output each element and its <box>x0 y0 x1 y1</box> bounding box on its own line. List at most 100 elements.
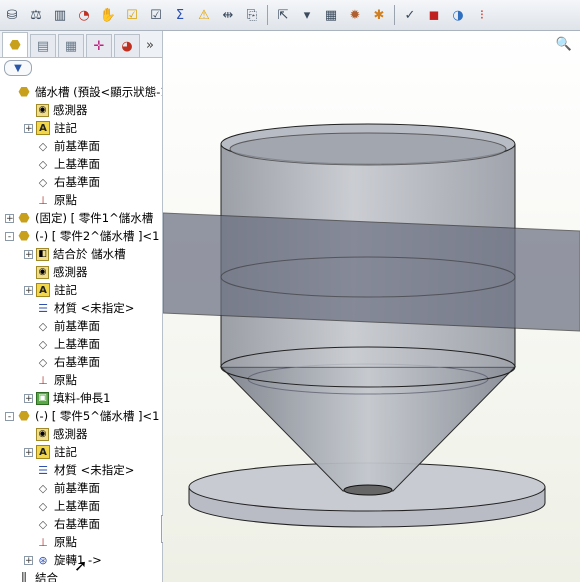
gauge-icon[interactable]: ◔ <box>73 4 95 26</box>
appearance-icon[interactable]: ◼ <box>423 4 445 26</box>
tree-item[interactable]: ◇ 上基準面 <box>24 497 100 515</box>
tree-item-label: 材質 <未指定> <box>54 301 135 315</box>
tree-item[interactable]: - ⬣ (-) [ 零件2^儲水槽 ]<1 <box>5 227 159 245</box>
expander-toggle[interactable]: - <box>5 411 14 421</box>
tree-item-label: 儲水槽 (預設<顯示狀態-1 <box>35 85 163 99</box>
panel-tabs: ⬣ ▤ ▦ ✛ ◕ » <box>0 31 162 58</box>
tree-item-label: 右基準面 <box>54 517 100 531</box>
paint-icon[interactable]: ✹ <box>344 4 366 26</box>
checkbox-gray-icon[interactable]: ☑ <box>145 4 167 26</box>
check-icon[interactable]: ✓ <box>399 4 421 26</box>
tab-configuration-manager[interactable]: ▦ <box>58 34 84 57</box>
tree-item-label: 上基準面 <box>54 337 100 351</box>
tree-item[interactable]: ◇ 前基準面 <box>24 479 100 497</box>
tree-item[interactable]: ◇ 前基準面 <box>24 317 100 335</box>
configuration-manager-icon: ▦ <box>64 38 78 54</box>
tree-item[interactable]: ☰ 材質 <未指定> <box>24 299 134 317</box>
sensor-icon: ◉ <box>36 427 49 441</box>
tree-item[interactable]: + A 註記 <box>24 119 77 137</box>
tree-item[interactable]: ◉ 感測器 <box>24 263 88 281</box>
tree-item[interactable]: + ▣ 填料-伸長1 <box>24 389 110 407</box>
clearance-icon[interactable]: ⇱ <box>272 4 294 26</box>
grid-icon[interactable]: ▦ <box>320 4 342 26</box>
tree-item[interactable]: + A 註記 <box>24 443 77 461</box>
tree-item[interactable]: ◇ 右基準面 <box>24 173 100 191</box>
plane-icon: ◇ <box>38 175 48 189</box>
tree-item[interactable]: ☰ 材質 <未指定> <box>24 461 134 479</box>
tree-item-label: 感測器 <box>53 427 88 441</box>
graphics-viewport[interactable]: 🔍 <box>162 31 580 582</box>
part-icon: ⬣ <box>18 228 30 244</box>
plane-icon: ◇ <box>38 139 48 153</box>
expander-toggle[interactable]: + <box>24 123 33 133</box>
tree-item[interactable]: ◇ 前基準面 <box>24 137 100 155</box>
tab-display-manager[interactable]: ◕ <box>114 34 140 57</box>
tree-item-label: (-) [ 零件2^儲水槽 ]<1 <box>35 229 160 243</box>
tree-item[interactable]: ⫴ 結合 <box>5 569 58 583</box>
material-icon: ☰ <box>38 463 48 477</box>
checkbox-icon[interactable]: ☑ <box>121 4 143 26</box>
sigma-icon[interactable]: Σ <box>169 4 191 26</box>
tree-item[interactable]: + ⊛ 旋轉1 -> <box>24 551 102 569</box>
tree-item-label: 前基準面 <box>54 319 100 333</box>
expander-toggle[interactable]: + <box>24 393 33 403</box>
split-icon[interactable]: ⇹ <box>217 4 239 26</box>
tree-item[interactable]: ⊥ 原點 <box>24 371 77 389</box>
transparent-reference-plane[interactable] <box>162 212 580 332</box>
traffic-light-icon[interactable]: ⁝ <box>471 4 493 26</box>
hand-icon[interactable]: ✋ <box>97 4 119 26</box>
tab-dim-expert[interactable]: ✛ <box>86 34 112 57</box>
expander-toggle[interactable]: + <box>24 249 33 259</box>
plane-icon: ◇ <box>38 337 48 351</box>
expander-toggle[interactable]: + <box>24 285 33 295</box>
sensor-icon: ◉ <box>36 103 49 117</box>
origin-icon: ⊥ <box>38 535 48 549</box>
feature-manager-panel: ⬣ ▤ ▦ ✛ ◕ » ▼ ⬣ 儲水槽 (預設<顯示狀態-1 ◉ 感測器 + A 註記 ◇ 前基… <box>0 31 163 582</box>
dropdown-icon[interactable]: ▾ <box>296 4 318 26</box>
tree-item-label: (-) [ 零件5^儲水槽 ]<1 <box>35 409 160 423</box>
display-manager-icon: ◕ <box>121 38 133 54</box>
rebuild-icon[interactable]: ⛁ <box>1 4 23 26</box>
plane-icon: ◇ <box>38 157 48 171</box>
tree-item[interactable]: - ⬣ (-) [ 零件5^儲水槽 ]<1 <box>5 407 159 425</box>
tree-item[interactable]: ⊥ 原點 <box>24 191 77 209</box>
tab-property-manager[interactable]: ▤ <box>30 34 56 57</box>
magnifier-icon[interactable]: 🔍 <box>556 37 572 52</box>
tree-item-label: 註記 <box>54 445 77 459</box>
tab-feature-manager[interactable]: ⬣ <box>2 32 28 57</box>
tree-item[interactable]: ◇ 右基準面 <box>24 353 100 371</box>
filter-button[interactable]: ▼ <box>4 60 32 76</box>
tree-item[interactable]: ◇ 上基準面 <box>24 155 100 173</box>
expander-toggle[interactable]: + <box>24 447 33 457</box>
tree-item[interactable]: ◇ 右基準面 <box>24 515 100 533</box>
plane-icon: ◇ <box>38 499 48 513</box>
tree-item-label: (固定) [ 零件1^儲水槽 <box>35 211 154 225</box>
tree-item[interactable]: + A 註記 <box>24 281 77 299</box>
tree-item-label: 結合於 儲水槽 <box>53 247 126 261</box>
property-manager-icon: ▤ <box>36 38 50 54</box>
tree-item[interactable]: + ◧ 結合於 儲水槽 <box>24 245 126 263</box>
tree-item[interactable]: ◇ 上基準面 <box>24 335 100 353</box>
tree-item-label: 右基準面 <box>54 355 100 369</box>
tree-item-label: 原點 <box>54 193 77 207</box>
expander-toggle[interactable]: + <box>24 555 33 565</box>
tree-item[interactable]: ◉ 感測器 <box>24 425 88 443</box>
expander-toggle[interactable]: - <box>5 231 14 241</box>
tree-item-label: 註記 <box>54 121 77 135</box>
warning-icon[interactable]: ⚠ <box>193 4 215 26</box>
tree-item[interactable]: ⬣ 儲水槽 (預設<顯示狀態-1 <box>5 83 163 101</box>
scene-icon[interactable]: ◑ <box>447 4 469 26</box>
color-icon[interactable]: ✱ <box>368 4 390 26</box>
section-icon[interactable]: ▥ <box>49 4 71 26</box>
tree-item[interactable]: ◉ 感測器 <box>24 101 88 119</box>
expander-toggle[interactable]: + <box>5 213 14 223</box>
annotation-icon: A <box>36 283 50 297</box>
mass-properties-icon[interactable]: ⚖ <box>25 4 47 26</box>
tree-item[interactable]: + ⬣ (固定) [ 零件1^儲水槽 <box>5 209 153 227</box>
mouse-pointer-icon: ➚ <box>74 556 88 575</box>
toolbar-separator <box>267 5 268 25</box>
more-tabs-button[interactable]: » <box>146 38 154 57</box>
tree-item[interactable]: ⊥ 原點 <box>24 533 77 551</box>
export-icon[interactable]: ⎘ <box>241 4 263 26</box>
feature-manager-icon: ⬣ <box>9 37 21 53</box>
